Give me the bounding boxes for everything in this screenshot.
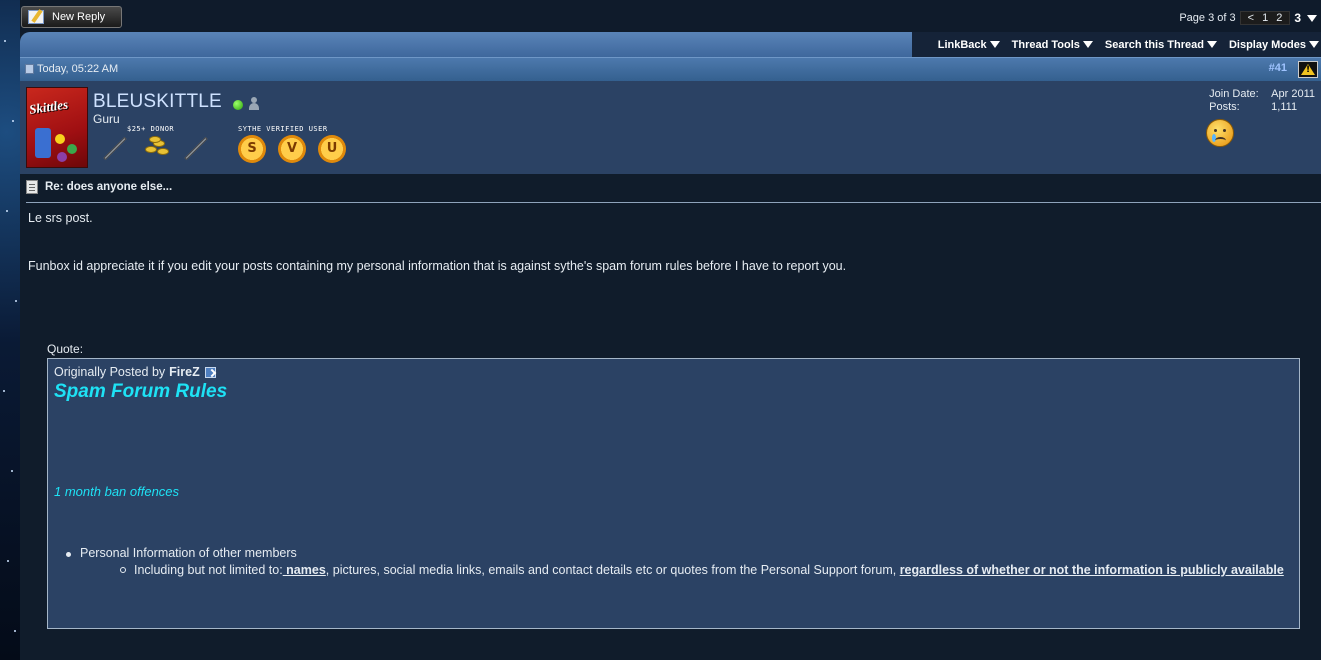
post-number-link[interactable]: #41 bbox=[1269, 62, 1287, 74]
search-thread-dropdown[interactable]: Search this Thread bbox=[1105, 39, 1217, 51]
list-item: Personal Information of other members bbox=[66, 546, 297, 560]
new-reply-icon bbox=[28, 10, 44, 24]
quote-author: FireZ bbox=[169, 365, 200, 379]
crying-mood-icon bbox=[1206, 119, 1234, 147]
post-date: Today, 05:22 AM bbox=[25, 63, 118, 75]
page-prev-link[interactable]: < bbox=[1244, 12, 1258, 24]
subitem-middle: , pictures, social media links, emails a… bbox=[325, 563, 900, 577]
display-modes-dropdown[interactable]: Display Modes bbox=[1229, 39, 1319, 51]
document-icon bbox=[26, 180, 38, 194]
thread-toolbar: LinkBack Thread Tools Search this Thread… bbox=[20, 32, 1321, 57]
report-post-icon[interactable] bbox=[1298, 61, 1318, 78]
linkback-label: LinkBack bbox=[937, 38, 987, 51]
online-status-icon bbox=[233, 100, 243, 110]
new-reply-label: New Reply bbox=[52, 11, 106, 23]
new-reply-button[interactable]: New Reply bbox=[21, 6, 122, 28]
quote-block: Originally Posted by FireZ Spam Forum Ru… bbox=[47, 358, 1300, 629]
verified-medal-u-icon: U bbox=[318, 135, 346, 163]
chevron-down-icon bbox=[1082, 41, 1093, 48]
linkback-menu[interactable]: LinkBack bbox=[938, 39, 1000, 51]
user-title: Guru bbox=[93, 112, 120, 126]
page-jump-icon[interactable] bbox=[1307, 14, 1317, 22]
list-subitem: Including but not limited to: names, pic… bbox=[120, 562, 1284, 578]
post-header: Today, 05:22 AM #41 bbox=[20, 57, 1321, 81]
posts-label: Posts: bbox=[1209, 101, 1240, 113]
avatar-logo-text: Skittles bbox=[28, 96, 69, 117]
post-title-text: Re: does anyone else... bbox=[45, 181, 173, 193]
search-thread-label: Search this Thread bbox=[1104, 38, 1204, 51]
thread-tools-dropdown[interactable]: Thread Tools bbox=[1012, 39, 1093, 51]
divider bbox=[26, 202, 1321, 203]
page-link-1[interactable]: 1 bbox=[1258, 12, 1272, 24]
quote-subheading: 1 month ban offences bbox=[54, 484, 180, 499]
subitem-emphasis: regardless of whether or not the informa… bbox=[899, 563, 1284, 577]
page-current: 3 bbox=[1294, 11, 1301, 25]
post-title: Re: does anyone else... bbox=[26, 180, 172, 194]
view-post-icon[interactable] bbox=[204, 366, 216, 378]
donor-badge-label: $25+ DONOR bbox=[127, 125, 175, 133]
quote-label: Quote: bbox=[47, 342, 84, 356]
user-info-panel: Skittles BLEUSKITTLE Guru $25+ DONOR SYT… bbox=[20, 81, 1321, 174]
originally-posted-by: Originally Posted by bbox=[54, 365, 166, 379]
posts-value: 1,111 bbox=[1271, 101, 1298, 113]
page-label: Page 3 of 3 bbox=[1179, 12, 1236, 24]
username-link[interactable]: BLEUSKITTLE bbox=[93, 91, 222, 113]
post-message-line: Funbox id appreciate it if you edit your… bbox=[28, 259, 847, 273]
page-link-2[interactable]: 2 bbox=[1272, 12, 1286, 24]
verified-medal-s-icon: S bbox=[238, 135, 266, 163]
chevron-down-icon bbox=[1309, 41, 1319, 48]
post-date-text: Today, 05:22 AM bbox=[37, 63, 119, 75]
subitem-names: names bbox=[282, 563, 326, 577]
join-date-label: Join Date: bbox=[1209, 88, 1259, 100]
chevron-down-icon bbox=[989, 41, 1000, 48]
thread-top-bar: New Reply Page 3 of 3 < 1 2 3 bbox=[20, 0, 1321, 32]
user-stats: Join Date: Apr 2011 Posts: 1,111 bbox=[1209, 88, 1315, 114]
thread-tools-menu: LinkBack Thread Tools Search this Thread… bbox=[912, 32, 1321, 57]
display-modes-label: Display Modes bbox=[1228, 38, 1306, 51]
background-space bbox=[0, 0, 22, 660]
chevron-down-icon bbox=[1206, 41, 1217, 48]
post-message-line: Le srs post. bbox=[28, 211, 93, 225]
verified-medal-v-icon: V bbox=[278, 135, 306, 163]
thread-tools-label: Thread Tools bbox=[1011, 38, 1080, 51]
quote-attribution: Originally Posted by FireZ bbox=[54, 365, 216, 379]
post-body: Re: does anyone else... Le srs post. Fun… bbox=[20, 174, 1321, 660]
verified-badge-label: SYTHE VERIFIED USER bbox=[238, 125, 328, 133]
sword-badge-icon bbox=[103, 136, 127, 161]
join-date-value: Apr 2011 bbox=[1271, 88, 1315, 100]
quote-heading: Spam Forum Rules bbox=[54, 381, 228, 402]
coins-badge-icon bbox=[143, 136, 171, 156]
pagination: Page 3 of 3 < 1 2 3 bbox=[1179, 11, 1317, 25]
avatar[interactable]: Skittles bbox=[26, 87, 88, 168]
post-icon bbox=[25, 64, 34, 74]
subitem-prefix: Including but not limited to: bbox=[134, 563, 283, 577]
sword-badge-icon bbox=[184, 136, 208, 161]
page-links: < 1 2 bbox=[1239, 11, 1291, 25]
user-profile-icon bbox=[249, 97, 259, 110]
